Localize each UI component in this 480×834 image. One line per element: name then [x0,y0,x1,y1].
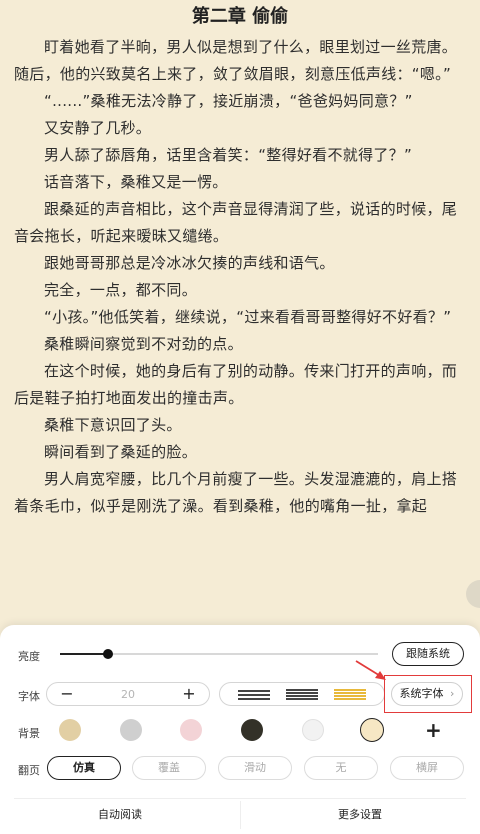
brightness-slider[interactable] [60,649,378,659]
page-turn-option[interactable]: 覆盖 [132,756,206,780]
paragraph: 盯着她看了半晌，男人似是想到了什么，眼里划过一丝荒唐。随后，他的兴致莫名上来了，… [14,38,458,83]
paragraph: 桑稚瞬间察觉到不对劲的点。 [44,335,243,353]
annotation-highlight-box [384,675,472,713]
divider [240,801,241,829]
paragraph: 完全，一点，都不同。 [44,281,198,299]
paragraph: 男人肩宽窄腰，比几个月前瘦了一些。头发湿漉漉的，肩上搭着条毛巾，似乎是刚洗了澡。… [14,470,458,515]
brightness-label: 亮度 [18,650,40,663]
paragraph: 跟桑延的声音相比，这个声音显得清润了些，说话的时候，尾音会拖长，听起来暧昧又缱绻… [14,200,458,245]
brightness-slider-fill [60,653,108,655]
font-size-stepper: − 20 + [46,682,210,706]
auto-read-button[interactable]: 自动阅读 [20,806,220,822]
page-turn-option[interactable]: 无 [304,756,378,780]
add-background-button[interactable]: + [425,720,442,740]
divider [14,798,466,799]
reading-area[interactable]: 第二章 偷偷 盯着她看了半晌，男人似是想到了什么，眼里划过一丝荒唐。随后，他的兴… [0,0,480,640]
line-spacing-normal-icon[interactable] [286,688,318,700]
page-turn-option[interactable]: 横屏 [390,756,464,780]
paragraph: “......”桑稚无法冷静了，接近崩溃，“爸爸妈妈同意？” [44,92,413,110]
background-swatch[interactable] [241,719,263,741]
paragraph: 话音落下，桑稚又是一愣。 [44,173,228,191]
background-swatch[interactable] [302,719,324,741]
paragraph: 跟她哥哥那总是冷冰冰欠揍的声线和语气。 [44,254,335,272]
paragraph: 男人舔了舔唇角，话里含着笑：“整得好看不就得了？” [44,146,413,164]
background-swatch[interactable] [59,719,81,741]
paragraph: 瞬间看到了桑延的脸。 [44,443,198,461]
background-label: 背景 [18,727,40,740]
page-turn-option[interactable]: 仿真 [47,756,121,780]
follow-system-button[interactable]: 跟随系统 [392,642,464,666]
line-spacing-selector [219,682,385,706]
line-spacing-compact-icon[interactable] [238,688,270,700]
chapter-title: 第二章 偷偷 [191,6,289,27]
font-size-increase-button[interactable]: + [169,683,209,705]
paragraph: 又安静了几秒。 [44,119,152,137]
brightness-slider-knob[interactable] [102,649,113,659]
font-size-decrease-button[interactable]: − [47,683,87,705]
annotation-arrow-icon [355,660,386,680]
line-spacing-loose-icon[interactable] [334,688,366,700]
background-swatch[interactable] [360,718,384,742]
page-turn-option[interactable]: 滑动 [218,756,292,780]
background-swatch[interactable] [120,719,142,741]
reading-settings-panel: 亮度 跟随系统 字体 − 20 + 系统字体 › 背景 + 翻页 仿真 覆盖 滑动无… [0,625,480,834]
chapter-text: 盯着她看了半晌，男人似是想到了什么，眼里划过一丝荒唐。随后，他的兴致莫名上来了，… [14,34,466,520]
paragraph: 桑稚下意识回了头。 [44,416,182,434]
font-label: 字体 [18,690,40,703]
font-size-value: 20 [121,687,135,701]
more-settings-button[interactable]: 更多设置 [260,806,460,822]
background-swatch[interactable] [180,719,202,741]
paragraph: 在这个时候，她的身后有了别的动静。传来门打开的声响，而后是鞋子拍打地面发出的撞击… [14,362,458,407]
paragraph: “小孩。”他低笑着，继续说，“过来看看哥哥整得好不好看？” [44,308,452,326]
page-turn-label: 翻页 [18,764,40,777]
